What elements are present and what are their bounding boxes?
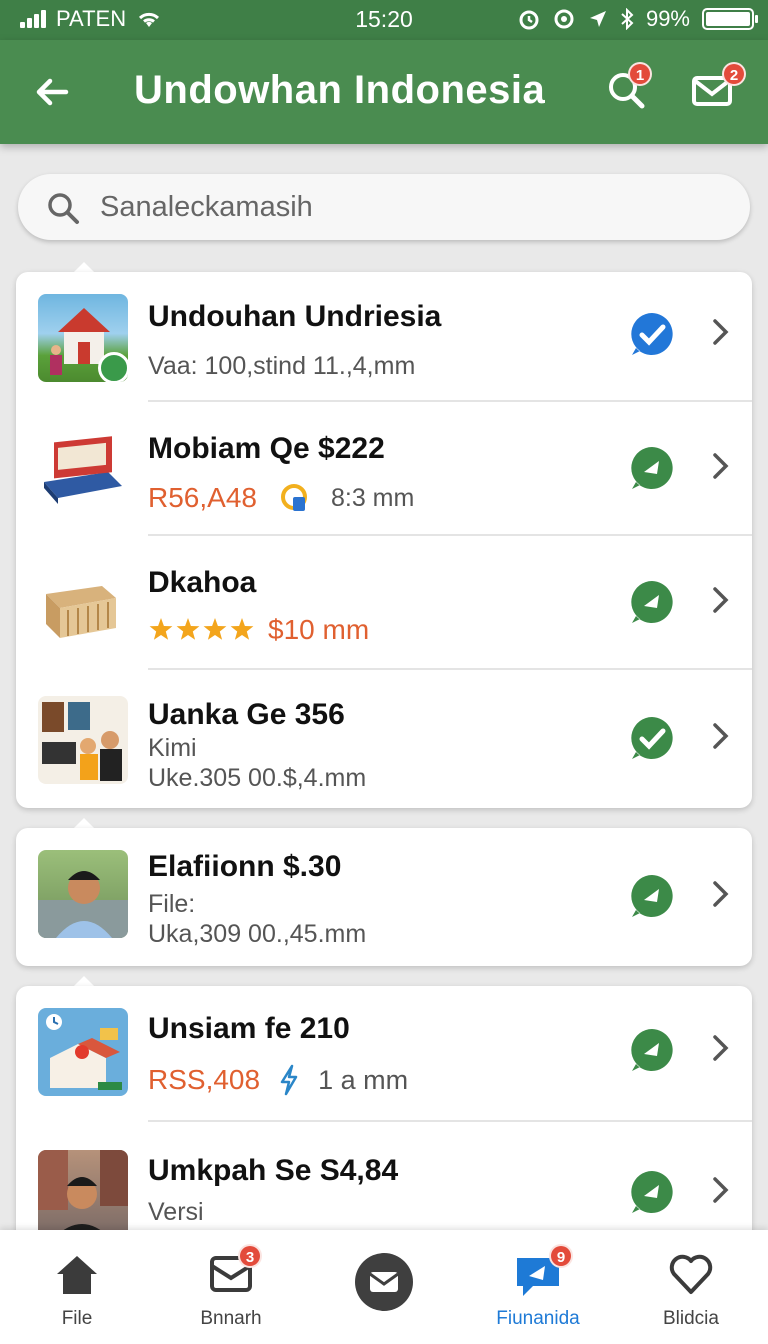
chevron-right-icon: [713, 881, 729, 907]
star-icon: [176, 618, 200, 640]
item-title: Umkpah Se S4,84: [148, 1154, 399, 1187]
search-bar[interactable]: [18, 174, 750, 240]
chat-bubble-icon: [631, 581, 673, 623]
item-title: Unsiam fe 210: [148, 1012, 350, 1045]
item-line3: Uka,309 00.,45.mm: [148, 920, 367, 948]
nav-item-center[interactable]: [307, 1230, 461, 1344]
list-card: Elafiionn $.30 File: Uka,309 00.,45.mm: [16, 828, 752, 966]
bluetooth-icon: [621, 8, 634, 30]
nav-item-bnnarh[interactable]: 3 Bnnarh: [154, 1230, 308, 1344]
mail-badge: 2: [722, 62, 746, 86]
search-icon: [48, 193, 79, 224]
star-icon: [149, 618, 173, 640]
item-title: Undouhan Undriesia: [148, 300, 442, 333]
rating-stars: [149, 618, 254, 640]
envelope-circle-icon: [355, 1253, 413, 1311]
chat-bubble-icon: [631, 1029, 673, 1071]
bottom-navigation: File 3 Bnnarh 9 Fiunanida Blidcia: [0, 1230, 768, 1344]
item-price: R56,A48: [148, 482, 257, 513]
heart-icon: [669, 1254, 713, 1294]
app-bar: Undowhan Indonesia 1 2: [0, 40, 768, 144]
chat-check-icon: [631, 717, 673, 759]
eye-icon: [554, 9, 574, 29]
building-thumbnail: [38, 294, 128, 382]
nav-label: Fiunanida: [496, 1308, 580, 1329]
item-meta: 1 a mm: [318, 1064, 409, 1095]
nav-label: Bnnarh: [200, 1308, 262, 1329]
chevron-right-icon: [713, 453, 729, 479]
item-title: Uanka Ge 356: [148, 698, 345, 731]
back-arrow-icon[interactable]: [30, 70, 74, 114]
nav-badge: 9: [549, 1244, 573, 1268]
item-title: Dkahoa: [148, 566, 257, 599]
list-item[interactable]: Uanka Ge 356 Kimi Uke.305 00.$,4.mm: [16, 670, 752, 808]
list-item[interactable]: Undouhan Undriesia Vaa: 100,stind 11.,4,…: [16, 272, 752, 402]
item-title: Mobiam Qe $222: [148, 432, 385, 465]
star-icon: [230, 618, 254, 640]
portrait-thumbnail: [38, 1150, 128, 1238]
chat-bubble-icon: [631, 1171, 673, 1213]
portrait-thumbnail: [38, 850, 128, 938]
chevron-right-icon: [713, 1177, 729, 1203]
page-title: Undowhan Indonesia: [134, 68, 546, 112]
list-item[interactable]: Unsiam fe 210 RSS,408 1 a mm: [16, 986, 752, 1122]
lightning-icon: [280, 1064, 298, 1096]
search-button[interactable]: 1: [604, 62, 652, 116]
nav-label: Blidcia: [663, 1308, 719, 1329]
nav-item-fiunanida[interactable]: 9 Fiunanida: [461, 1230, 615, 1344]
alarm-icon: [519, 10, 539, 30]
item-line3: Uke.305 00.$,4.mm: [148, 764, 367, 792]
star-icon: [203, 618, 227, 640]
chevron-right-icon: [713, 1035, 729, 1061]
badge-icon: [280, 484, 307, 511]
search-input[interactable]: [100, 184, 720, 230]
nav-badge: 3: [238, 1244, 262, 1268]
books-thumbnail: [38, 424, 128, 512]
item-meta: 8:3 mm: [330, 483, 415, 512]
verified-check-icon: [631, 313, 673, 355]
app-thumbnail: [38, 1008, 128, 1096]
battery-percent: 99%: [645, 6, 690, 31]
item-price: RSS,408: [148, 1064, 261, 1095]
home-icon: [57, 1256, 97, 1294]
nav-item-file[interactable]: File: [0, 1230, 154, 1344]
chevron-right-icon: [713, 587, 729, 613]
chevron-right-icon: [713, 723, 729, 749]
basket-thumbnail: [38, 558, 128, 646]
search-badge: 1: [628, 62, 652, 86]
mail-button[interactable]: 2: [690, 62, 746, 116]
item-line2: Kimi: [148, 734, 197, 762]
list-item[interactable]: Mobiam Qe $222 R56,A48 8:3 mm: [16, 402, 752, 536]
location-icon: [589, 11, 606, 27]
item-line2: File:: [148, 890, 196, 918]
nav-label: File: [61, 1308, 93, 1329]
chat-bubble-icon: [631, 875, 673, 917]
list-card: Undouhan Undriesia Vaa: 100,stind 11.,4,…: [16, 272, 752, 808]
people-thumbnail: [38, 696, 128, 784]
status-bar: PATEN 15:20 99%: [0, 0, 768, 40]
item-subtitle: Vaa: 100,stind 11.,4,mm: [148, 352, 416, 380]
item-price: $10 mm: [268, 614, 370, 645]
list-item[interactable]: Dkahoa $10 mm: [16, 536, 752, 670]
chat-bubble-icon: [631, 447, 673, 489]
chevron-right-icon: [713, 319, 729, 345]
battery-icon: [702, 8, 758, 30]
item-title: Elafiionn $.30: [148, 850, 342, 883]
item-line2: Versi: [148, 1198, 204, 1226]
nav-item-blidcia[interactable]: Blidcia: [614, 1230, 768, 1344]
list-item[interactable]: Elafiionn $.30 File: Uka,309 00.,45.mm: [16, 828, 752, 966]
